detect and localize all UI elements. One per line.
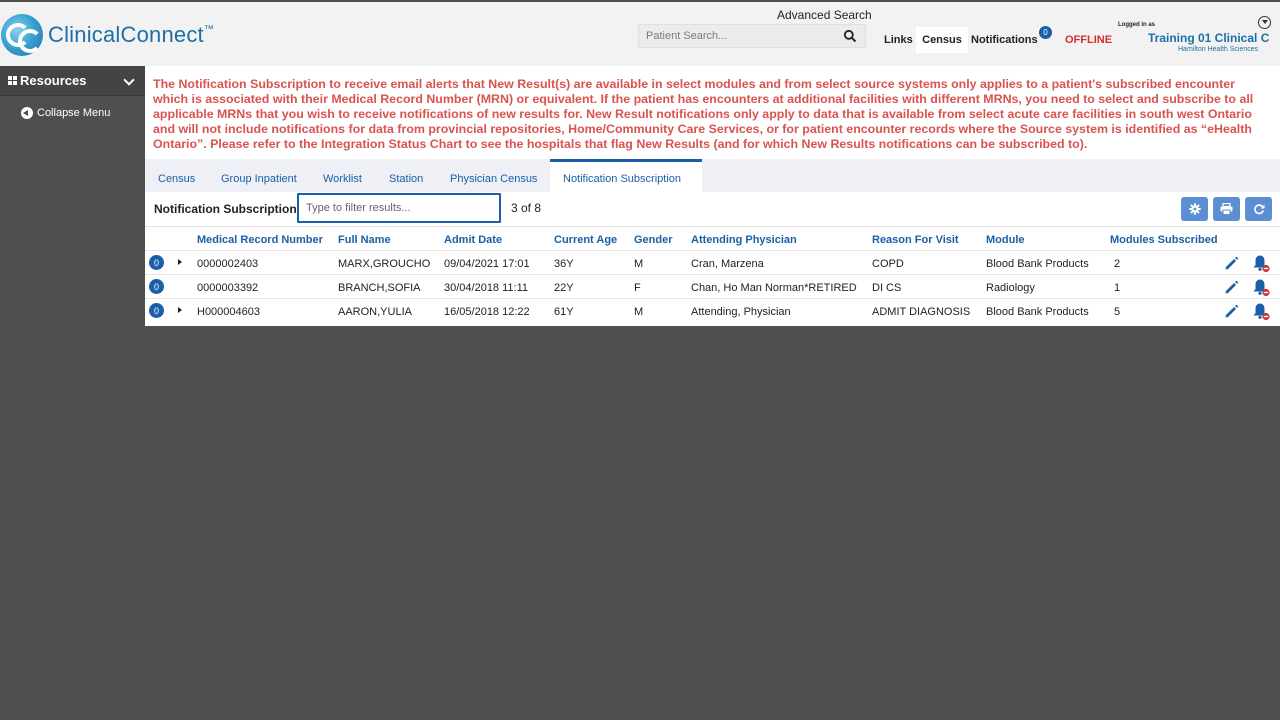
filter-toolbar: Notification Subscription 3 of 8 bbox=[145, 192, 1280, 224]
unsubscribe-bell-icon[interactable] bbox=[1252, 278, 1271, 297]
print-button[interactable] bbox=[1213, 197, 1240, 221]
edit-pencil-icon[interactable] bbox=[1224, 256, 1239, 271]
cell-current-age: 36Y bbox=[554, 258, 574, 270]
row-count-badge: 0 bbox=[149, 279, 164, 294]
unsubscribe-bell-icon[interactable] bbox=[1252, 302, 1271, 321]
tab-group-inpatient[interactable]: Group Inpatient bbox=[221, 159, 297, 192]
column-header-module[interactable]: Module bbox=[986, 234, 1025, 246]
patient-search-box bbox=[638, 24, 866, 48]
cell-gender: M bbox=[634, 258, 644, 270]
edit-pencil-icon[interactable] bbox=[1224, 304, 1239, 319]
collapse-arrow-icon bbox=[21, 107, 33, 119]
filter-results-input[interactable] bbox=[297, 193, 501, 223]
tab-station[interactable]: Station bbox=[389, 159, 423, 192]
cell-attending-physician: Chan, Ho Man Norman*RETIRED bbox=[691, 282, 857, 294]
table-row[interactable]: 0 H000004603 AARON,YULIA 16/05/2018 12:2… bbox=[145, 298, 1280, 322]
cell-admit-date: 16/05/2018 12:22 bbox=[444, 306, 530, 318]
logged-in-label: Logged in as bbox=[1118, 22, 1156, 28]
resources-menu[interactable]: Resources bbox=[0, 66, 145, 96]
cell-current-age: 61Y bbox=[554, 306, 574, 318]
table-row[interactable]: 0 0000002403 MARX,GROUCHO 09/04/2021 17:… bbox=[145, 250, 1280, 274]
cell-mrn: 0000003392 bbox=[197, 282, 259, 294]
tab-census[interactable]: Census bbox=[158, 159, 195, 192]
cell-mrn: H000004603 bbox=[197, 306, 261, 318]
grid-icon bbox=[8, 76, 17, 85]
cell-modules-subscribed: 1 bbox=[1114, 282, 1121, 294]
cell-module: Blood Bank Products bbox=[986, 306, 1089, 318]
cell-module: Blood Bank Products bbox=[986, 258, 1089, 270]
column-header-reason-for-visit[interactable]: Reason For Visit bbox=[872, 234, 959, 246]
sidebar: Resources Collapse Menu bbox=[0, 66, 145, 720]
cell-reason-for-visit: COPD bbox=[872, 258, 904, 270]
cell-full-name: MARX,GROUCHO bbox=[338, 258, 431, 270]
cell-attending-physician: Cran, Marzena bbox=[691, 258, 764, 270]
row-count-badge: 0 bbox=[149, 303, 164, 318]
column-header-attending-physician[interactable]: Attending Physician bbox=[691, 234, 797, 246]
column-header-gender[interactable]: Gender bbox=[634, 234, 673, 246]
cell-gender: M bbox=[634, 306, 644, 318]
cell-current-age: 22Y bbox=[554, 282, 574, 294]
user-name[interactable]: Training 01 Clinical C bbox=[1148, 31, 1273, 45]
edit-pencil-icon[interactable] bbox=[1224, 280, 1239, 295]
gear-icon bbox=[1188, 203, 1201, 215]
row-count-badge: 0 bbox=[149, 255, 164, 270]
cell-module: Radiology bbox=[986, 282, 1035, 294]
print-icon bbox=[1220, 203, 1233, 215]
column-header-mrn[interactable]: Medical Record Number bbox=[197, 234, 323, 246]
chevron-down-icon bbox=[123, 74, 135, 86]
advanced-search-link[interactable]: Advanced Search bbox=[777, 8, 872, 22]
notifications-count-badge: 0 bbox=[1039, 26, 1052, 39]
cell-reason-for-visit: ADMIT DIAGNOSIS bbox=[872, 306, 971, 318]
notifications-nav[interactable]: Notifications bbox=[971, 34, 1038, 46]
links-menu[interactable]: Links bbox=[884, 34, 913, 46]
census-nav[interactable]: Census bbox=[916, 27, 968, 53]
column-header-full-name[interactable]: Full Name bbox=[338, 234, 391, 246]
column-header-admit-date[interactable]: Admit Date bbox=[444, 234, 502, 246]
cell-modules-subscribed: 5 bbox=[1114, 306, 1121, 318]
expand-row-icon[interactable] bbox=[178, 259, 182, 265]
table-row[interactable]: 0 0000003392 BRANCH,SOFIA 30/04/2018 11:… bbox=[145, 274, 1280, 298]
user-organization: Hamilton Health Sciences bbox=[1178, 46, 1259, 53]
app-header: ClinicalConnect™ Advanced Search Links C… bbox=[0, 0, 1280, 66]
panel-title: Notification Subscription bbox=[154, 202, 297, 216]
expand-row-icon[interactable] bbox=[178, 307, 182, 313]
tab-physician-census[interactable]: Physician Census bbox=[450, 159, 537, 192]
refresh-icon bbox=[1253, 204, 1264, 215]
unsubscribe-bell-icon[interactable] bbox=[1252, 254, 1271, 273]
patient-search-input[interactable] bbox=[639, 25, 834, 47]
cell-admit-date: 09/04/2021 17:01 bbox=[444, 258, 530, 270]
cell-reason-for-visit: DI CS bbox=[872, 282, 902, 294]
main-content: The Notification Subscription to receive… bbox=[145, 66, 1280, 720]
cell-full-name: BRANCH,SOFIA bbox=[338, 282, 421, 294]
collapse-menu-label: Collapse Menu bbox=[37, 107, 111, 119]
column-header-current-age[interactable]: Current Age bbox=[554, 234, 617, 246]
cell-gender: F bbox=[634, 282, 641, 294]
results-count: 3 of 8 bbox=[511, 201, 542, 215]
notification-disclaimer: The Notification Subscription to receive… bbox=[145, 66, 1280, 159]
search-icon[interactable] bbox=[843, 29, 857, 43]
cell-attending-physician: Attending, Physician bbox=[691, 306, 791, 318]
refresh-button[interactable] bbox=[1245, 197, 1272, 221]
logo-text: ClinicalConnect bbox=[48, 22, 204, 47]
cell-full-name: AARON,YULIA bbox=[338, 306, 412, 318]
settings-button[interactable] bbox=[1181, 197, 1208, 221]
notification-subscription-panel: Notification Subscription 3 of 8 bbox=[145, 192, 1280, 326]
resources-label: Resources bbox=[20, 73, 87, 88]
user-menu-chevron-icon[interactable] bbox=[1258, 16, 1271, 29]
column-header-modules-subscribed[interactable]: Modules Subscribed bbox=[1110, 234, 1218, 246]
tab-notification-subscription[interactable]: Notification Subscription bbox=[550, 159, 702, 192]
logo-trademark: ™ bbox=[203, 24, 215, 35]
cell-modules-subscribed: 2 bbox=[1114, 258, 1121, 270]
clinicalconnect-logo[interactable]: ClinicalConnect™ bbox=[0, 12, 214, 58]
cell-admit-date: 30/04/2018 11:11 bbox=[444, 282, 529, 294]
logo-icon bbox=[1, 14, 43, 56]
collapse-menu-button[interactable]: Collapse Menu bbox=[0, 96, 145, 130]
connection-status: OFFLINE bbox=[1065, 34, 1113, 46]
cell-mrn: 0000002403 bbox=[197, 258, 259, 270]
census-tabs: Census Group Inpatient Worklist Station … bbox=[145, 159, 1280, 192]
tab-worklist[interactable]: Worklist bbox=[323, 159, 362, 192]
table-header: Medical Record Number Full Name Admit Da… bbox=[145, 226, 1280, 250]
